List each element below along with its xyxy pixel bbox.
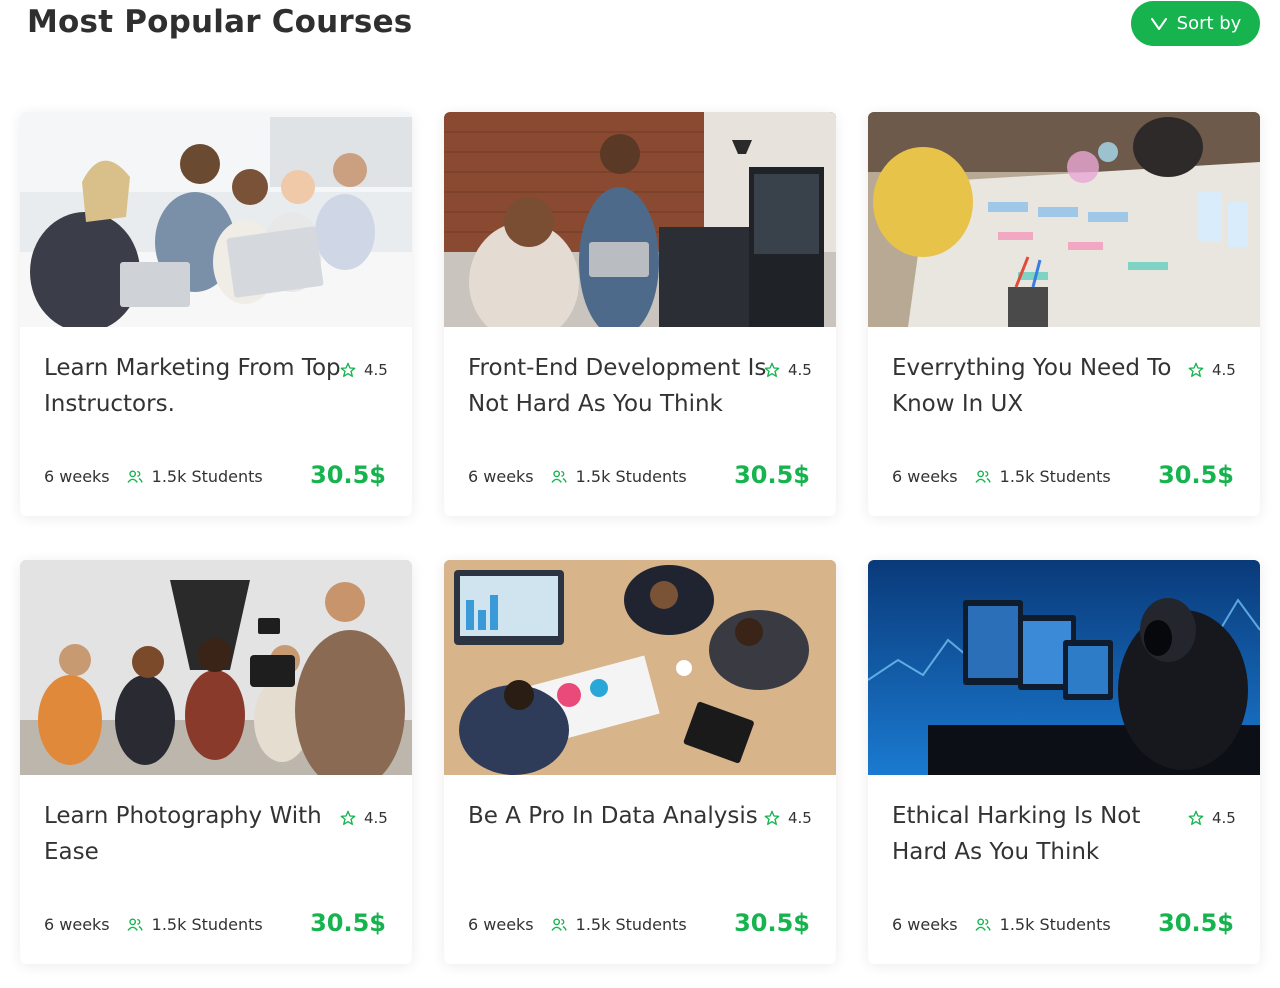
course-price: 30.5$ xyxy=(1158,461,1234,489)
course-price: 30.5$ xyxy=(734,461,810,489)
course-meta: 6 weeks 1.5k Students xyxy=(892,915,1111,934)
course-card-ethical-hacking[interactable]: Ethical Harking Is Not Hard As You Think… xyxy=(868,560,1260,964)
students-count: 1.5k Students xyxy=(575,467,687,486)
course-thumbnail-ethical-hacking xyxy=(868,560,1260,775)
course-title[interactable]: Learn Marketing From Top Instructors. xyxy=(44,350,344,422)
course-thumbnail-data-analysis xyxy=(444,560,836,775)
students-count: 1.5k Students xyxy=(151,915,263,934)
course-title[interactable]: Learn Photography With Ease xyxy=(44,798,344,870)
course-duration: 6 weeks xyxy=(468,915,534,934)
users-icon xyxy=(551,917,567,931)
course-students: 1.5k Students xyxy=(127,467,263,486)
star-icon xyxy=(764,810,780,825)
course-meta: 6 weeks 1.5k Students xyxy=(468,467,687,486)
students-count: 1.5k Students xyxy=(575,915,687,934)
course-thumbnail-front-end xyxy=(444,112,836,327)
course-title[interactable]: Be A Pro In Data Analysis xyxy=(468,798,768,834)
course-meta: 6 weeks 1.5k Students xyxy=(468,915,687,934)
course-meta: 6 weeks 1.5k Students xyxy=(44,467,263,486)
rating-value: 4.5 xyxy=(788,361,812,379)
sort-by-button[interactable]: Sort by xyxy=(1131,1,1260,46)
course-students: 1.5k Students xyxy=(127,915,263,934)
course-rating: 4.5 xyxy=(764,361,812,379)
course-thumbnail-photography xyxy=(20,560,412,775)
rating-value: 4.5 xyxy=(1212,809,1236,827)
course-thumbnail-marketing xyxy=(20,112,412,327)
star-icon xyxy=(340,810,356,825)
course-card-ux[interactable]: Everrything You Need To Know In UX 4.5 6… xyxy=(868,112,1260,516)
course-rating: 4.5 xyxy=(1188,361,1236,379)
course-price: 30.5$ xyxy=(310,461,386,489)
star-icon xyxy=(1188,362,1204,377)
course-price: 30.5$ xyxy=(734,909,810,937)
students-count: 1.5k Students xyxy=(999,467,1111,486)
course-duration: 6 weeks xyxy=(468,467,534,486)
course-students: 1.5k Students xyxy=(975,467,1111,486)
course-duration: 6 weeks xyxy=(892,467,958,486)
students-count: 1.5k Students xyxy=(999,915,1111,934)
users-icon xyxy=(127,469,143,483)
course-students: 1.5k Students xyxy=(551,915,687,934)
rating-value: 4.5 xyxy=(788,809,812,827)
rating-value: 4.5 xyxy=(364,809,388,827)
course-rating: 4.5 xyxy=(340,809,388,827)
course-card-front-end[interactable]: Front-End Development Is Not Hard As You… xyxy=(444,112,836,516)
star-icon xyxy=(1188,810,1204,825)
users-icon xyxy=(975,469,991,483)
course-students: 1.5k Students xyxy=(975,915,1111,934)
course-card-data-analysis[interactable]: Be A Pro In Data Analysis 4.5 6 weeks 1.… xyxy=(444,560,836,964)
page: Most Popular Courses Sort by Learn Marke… xyxy=(0,0,1280,988)
star-icon xyxy=(340,362,356,377)
course-card-photography[interactable]: Learn Photography With Ease 4.5 6 weeks … xyxy=(20,560,412,964)
rating-value: 4.5 xyxy=(364,361,388,379)
course-card-marketing[interactable]: Learn Marketing From Top Instructors. 4.… xyxy=(20,112,412,516)
users-icon xyxy=(127,917,143,931)
star-icon xyxy=(764,362,780,377)
course-price: 30.5$ xyxy=(310,909,386,937)
course-title[interactable]: Ethical Harking Is Not Hard As You Think xyxy=(892,798,1192,870)
users-icon xyxy=(975,917,991,931)
course-rating: 4.5 xyxy=(1188,809,1236,827)
section-header: Most Popular Courses Sort by xyxy=(0,0,1280,60)
chevron-down-icon xyxy=(1150,17,1167,30)
course-rating: 4.5 xyxy=(764,809,812,827)
course-title[interactable]: Everrything You Need To Know In UX xyxy=(892,350,1192,422)
course-thumbnail-ux xyxy=(868,112,1260,327)
sort-by-label: Sort by xyxy=(1176,13,1242,34)
students-count: 1.5k Students xyxy=(151,467,263,486)
course-title[interactable]: Front-End Development Is Not Hard As You… xyxy=(468,350,768,422)
course-duration: 6 weeks xyxy=(892,915,958,934)
rating-value: 4.5 xyxy=(1212,361,1236,379)
users-icon xyxy=(551,469,567,483)
page-title: Most Popular Courses xyxy=(27,4,413,40)
course-meta: 6 weeks 1.5k Students xyxy=(44,915,263,934)
course-duration: 6 weeks xyxy=(44,915,110,934)
course-rating: 4.5 xyxy=(340,361,388,379)
course-students: 1.5k Students xyxy=(551,467,687,486)
course-price: 30.5$ xyxy=(1158,909,1234,937)
course-meta: 6 weeks 1.5k Students xyxy=(892,467,1111,486)
course-duration: 6 weeks xyxy=(44,467,110,486)
